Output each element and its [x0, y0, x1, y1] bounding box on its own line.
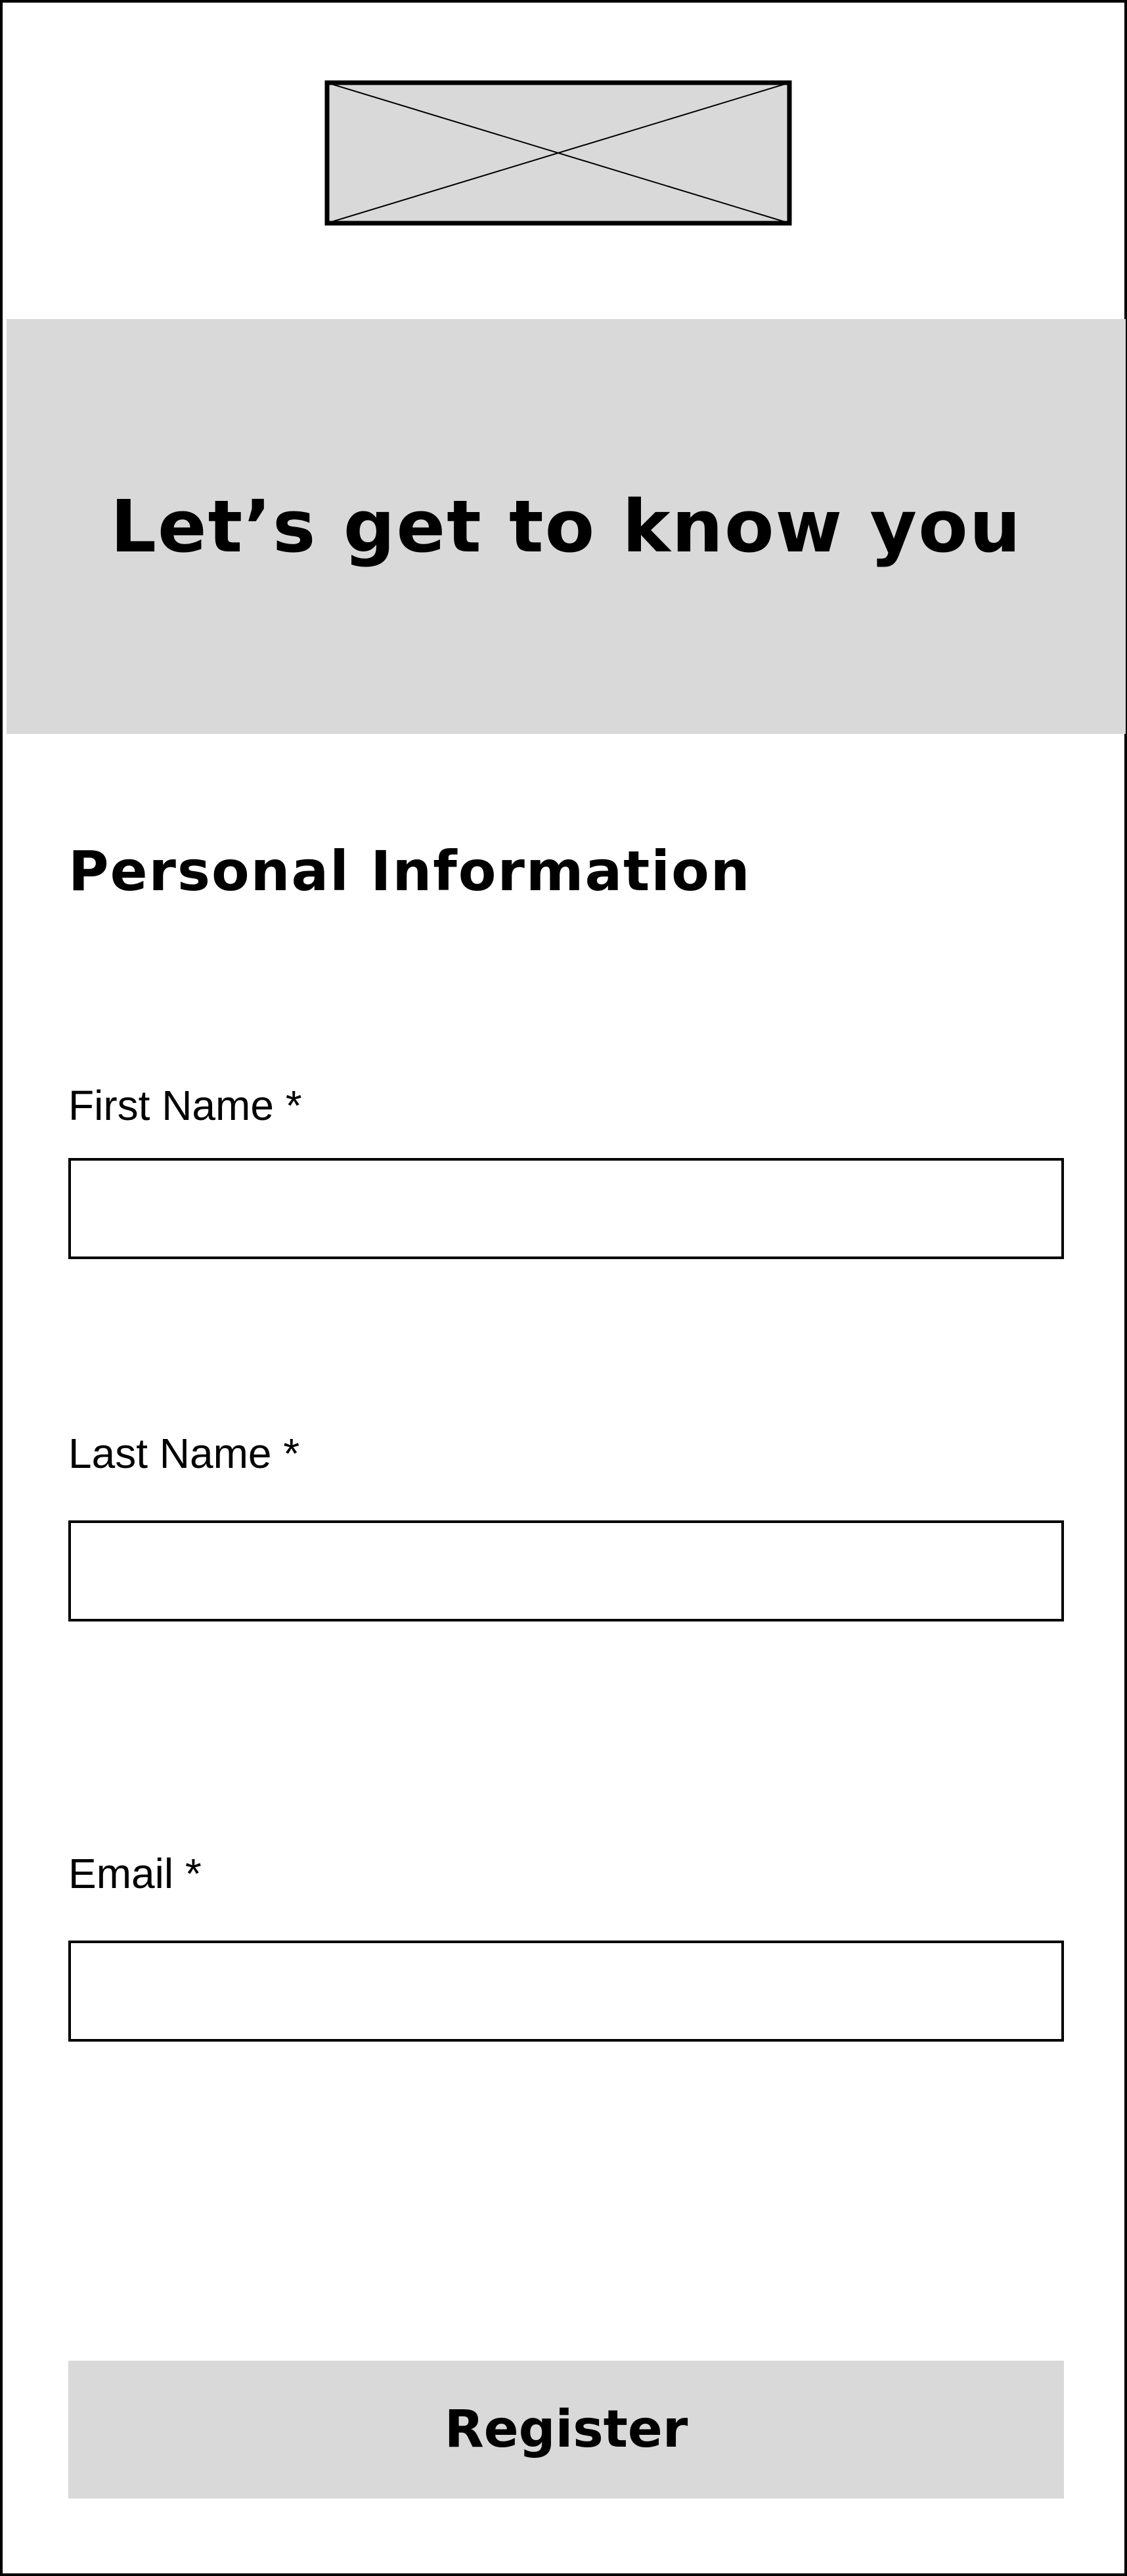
- logo-image-placeholder-icon: [324, 80, 792, 226]
- page-frame: Let’s get to know you Personal Informati…: [0, 0, 1127, 2576]
- section-title-personal-information: Personal Information: [68, 839, 751, 903]
- first-name-label: First Name *: [68, 1082, 302, 1129]
- email-input[interactable]: [68, 1941, 1064, 2042]
- register-button[interactable]: Register: [68, 2361, 1064, 2499]
- email-label: Email *: [68, 1850, 202, 1897]
- last-name-input[interactable]: [68, 1520, 1064, 1621]
- hero-title: Let’s get to know you: [110, 484, 1023, 569]
- hero-banner: Let’s get to know you: [7, 319, 1126, 734]
- first-name-input[interactable]: [68, 1158, 1064, 1259]
- last-name-label: Last Name *: [68, 1430, 300, 1477]
